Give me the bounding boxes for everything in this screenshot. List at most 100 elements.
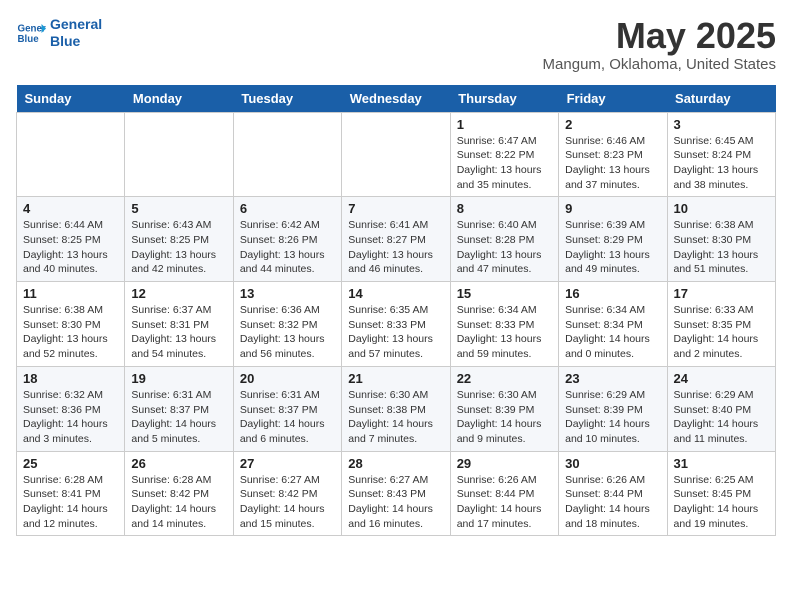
day-info: Sunrise: 6:35 AM Sunset: 8:33 PM Dayligh… [348, 303, 443, 362]
day-info: Sunrise: 6:44 AM Sunset: 8:25 PM Dayligh… [23, 218, 118, 277]
header-day-monday: Monday [125, 85, 233, 113]
day-number: 10 [674, 201, 769, 216]
header-day-saturday: Saturday [667, 85, 775, 113]
calendar-cell: 4 Sunrise: 6:44 AM Sunset: 8:25 PM Daylig… [17, 197, 125, 282]
calendar-cell: 28 Sunrise: 6:27 AM Sunset: 8:43 PM Dayli… [342, 451, 450, 536]
svg-text:Blue: Blue [18, 34, 40, 45]
calendar-cell [233, 112, 341, 197]
calendar-cell [342, 112, 450, 197]
calendar-cell: 2 Sunrise: 6:46 AM Sunset: 8:23 PM Daylig… [559, 112, 667, 197]
day-info: Sunrise: 6:39 AM Sunset: 8:29 PM Dayligh… [565, 218, 660, 277]
day-number: 13 [240, 286, 335, 301]
day-number: 18 [23, 371, 118, 386]
calendar-cell: 5 Sunrise: 6:43 AM Sunset: 8:25 PM Daylig… [125, 197, 233, 282]
day-number: 6 [240, 201, 335, 216]
day-info: Sunrise: 6:28 AM Sunset: 8:42 PM Dayligh… [131, 473, 226, 532]
month-title: May 2025 [543, 16, 776, 56]
day-number: 23 [565, 371, 660, 386]
day-number: 15 [457, 286, 552, 301]
calendar-cell: 23 Sunrise: 6:29 AM Sunset: 8:39 PM Dayli… [559, 366, 667, 451]
day-info: Sunrise: 6:33 AM Sunset: 8:35 PM Dayligh… [674, 303, 769, 362]
calendar-cell: 16Sunrise: 6:34 AM Sunset: 8:34 PM Dayli… [559, 282, 667, 367]
day-info: Sunrise: 6:34 AM Sunset: 8:34 PM Dayligh… [565, 303, 660, 362]
header-day-thursday: Thursday [450, 85, 558, 113]
calendar-cell: 13 Sunrise: 6:36 AM Sunset: 8:32 PM Dayli… [233, 282, 341, 367]
day-info: Sunrise: 6:43 AM Sunset: 8:25 PM Dayligh… [131, 218, 226, 277]
calendar-cell: 27Sunrise: 6:27 AM Sunset: 8:42 PM Dayli… [233, 451, 341, 536]
day-info: Sunrise: 6:26 AM Sunset: 8:44 PM Dayligh… [457, 473, 552, 532]
day-number: 31 [674, 456, 769, 471]
day-number: 25 [23, 456, 118, 471]
day-number: 9 [565, 201, 660, 216]
calendar-cell: 9 Sunrise: 6:39 AM Sunset: 8:29 PM Daylig… [559, 197, 667, 282]
day-number: 30 [565, 456, 660, 471]
day-number: 17 [674, 286, 769, 301]
calendar-cell: 12 Sunrise: 6:37 AM Sunset: 8:31 PM Dayli… [125, 282, 233, 367]
calendar-cell [125, 112, 233, 197]
day-number: 5 [131, 201, 226, 216]
week-row-4: 25 Sunrise: 6:28 AM Sunset: 8:41 PM Dayli… [17, 451, 776, 536]
day-number: 7 [348, 201, 443, 216]
day-info: Sunrise: 6:30 AM Sunset: 8:39 PM Dayligh… [457, 388, 552, 447]
week-row-3: 18Sunrise: 6:32 AM Sunset: 8:36 PM Dayli… [17, 366, 776, 451]
header-row: SundayMondayTuesdayWednesdayThursdayFrid… [17, 85, 776, 113]
day-number: 22 [457, 371, 552, 386]
day-info: Sunrise: 6:26 AM Sunset: 8:44 PM Dayligh… [565, 473, 660, 532]
location: Mangum, Oklahoma, United States [543, 56, 776, 73]
day-info: Sunrise: 6:46 AM Sunset: 8:23 PM Dayligh… [565, 134, 660, 193]
day-info: Sunrise: 6:36 AM Sunset: 8:32 PM Dayligh… [240, 303, 335, 362]
calendar-cell: 8Sunrise: 6:40 AM Sunset: 8:28 PM Daylig… [450, 197, 558, 282]
title-block: May 2025 Mangum, Oklahoma, United States [543, 16, 776, 73]
calendar-cell: 26 Sunrise: 6:28 AM Sunset: 8:42 PM Dayli… [125, 451, 233, 536]
day-info: Sunrise: 6:25 AM Sunset: 8:45 PM Dayligh… [674, 473, 769, 532]
week-row-0: 1 Sunrise: 6:47 AM Sunset: 8:22 PM Daylig… [17, 112, 776, 197]
calendar-cell: 21Sunrise: 6:30 AM Sunset: 8:38 PM Dayli… [342, 366, 450, 451]
calendar-cell [17, 112, 125, 197]
day-number: 4 [23, 201, 118, 216]
calendar-cell: 31 Sunrise: 6:25 AM Sunset: 8:45 PM Dayli… [667, 451, 775, 536]
calendar-cell: 24 Sunrise: 6:29 AM Sunset: 8:40 PM Dayli… [667, 366, 775, 451]
calendar-cell: 18Sunrise: 6:32 AM Sunset: 8:36 PM Dayli… [17, 366, 125, 451]
day-number: 26 [131, 456, 226, 471]
day-number: 24 [674, 371, 769, 386]
header-day-friday: Friday [559, 85, 667, 113]
day-number: 20 [240, 371, 335, 386]
day-info: Sunrise: 6:28 AM Sunset: 8:41 PM Dayligh… [23, 473, 118, 532]
day-info: Sunrise: 6:34 AM Sunset: 8:33 PM Dayligh… [457, 303, 552, 362]
calendar-cell: 14 Sunrise: 6:35 AM Sunset: 8:33 PM Dayli… [342, 282, 450, 367]
calendar-cell: 20Sunrise: 6:31 AM Sunset: 8:37 PM Dayli… [233, 366, 341, 451]
logo: General Blue General Blue [16, 16, 102, 50]
day-info: Sunrise: 6:42 AM Sunset: 8:26 PM Dayligh… [240, 218, 335, 277]
calendar-cell: 3Sunrise: 6:45 AM Sunset: 8:24 PM Daylig… [667, 112, 775, 197]
week-row-1: 4 Sunrise: 6:44 AM Sunset: 8:25 PM Daylig… [17, 197, 776, 282]
day-info: Sunrise: 6:29 AM Sunset: 8:39 PM Dayligh… [565, 388, 660, 447]
header-day-tuesday: Tuesday [233, 85, 341, 113]
day-info: Sunrise: 6:27 AM Sunset: 8:43 PM Dayligh… [348, 473, 443, 532]
day-number: 19 [131, 371, 226, 386]
day-number: 14 [348, 286, 443, 301]
day-info: Sunrise: 6:37 AM Sunset: 8:31 PM Dayligh… [131, 303, 226, 362]
day-info: Sunrise: 6:47 AM Sunset: 8:22 PM Dayligh… [457, 134, 552, 193]
day-number: 3 [674, 117, 769, 132]
day-number: 12 [131, 286, 226, 301]
calendar-cell: 30 Sunrise: 6:26 AM Sunset: 8:44 PM Dayli… [559, 451, 667, 536]
header-day-wednesday: Wednesday [342, 85, 450, 113]
day-info: Sunrise: 6:27 AM Sunset: 8:42 PM Dayligh… [240, 473, 335, 532]
calendar-cell: 11 Sunrise: 6:38 AM Sunset: 8:30 PM Dayli… [17, 282, 125, 367]
day-number: 28 [348, 456, 443, 471]
logo-icon: General Blue [16, 18, 46, 48]
calendar-cell: 7Sunrise: 6:41 AM Sunset: 8:27 PM Daylig… [342, 197, 450, 282]
day-info: Sunrise: 6:38 AM Sunset: 8:30 PM Dayligh… [23, 303, 118, 362]
calendar-cell: 25 Sunrise: 6:28 AM Sunset: 8:41 PM Dayli… [17, 451, 125, 536]
day-number: 11 [23, 286, 118, 301]
day-number: 1 [457, 117, 552, 132]
calendar-cell: 17 Sunrise: 6:33 AM Sunset: 8:35 PM Dayli… [667, 282, 775, 367]
calendar-table: SundayMondayTuesdayWednesdayThursdayFrid… [16, 85, 776, 537]
day-info: Sunrise: 6:31 AM Sunset: 8:37 PM Dayligh… [131, 388, 226, 447]
logo-text: General Blue [50, 16, 102, 50]
calendar-cell: 6 Sunrise: 6:42 AM Sunset: 8:26 PM Daylig… [233, 197, 341, 282]
calendar-cell: 29Sunrise: 6:26 AM Sunset: 8:44 PM Dayli… [450, 451, 558, 536]
calendar-cell: 22 Sunrise: 6:30 AM Sunset: 8:39 PM Dayli… [450, 366, 558, 451]
day-number: 2 [565, 117, 660, 132]
day-info: Sunrise: 6:29 AM Sunset: 8:40 PM Dayligh… [674, 388, 769, 447]
